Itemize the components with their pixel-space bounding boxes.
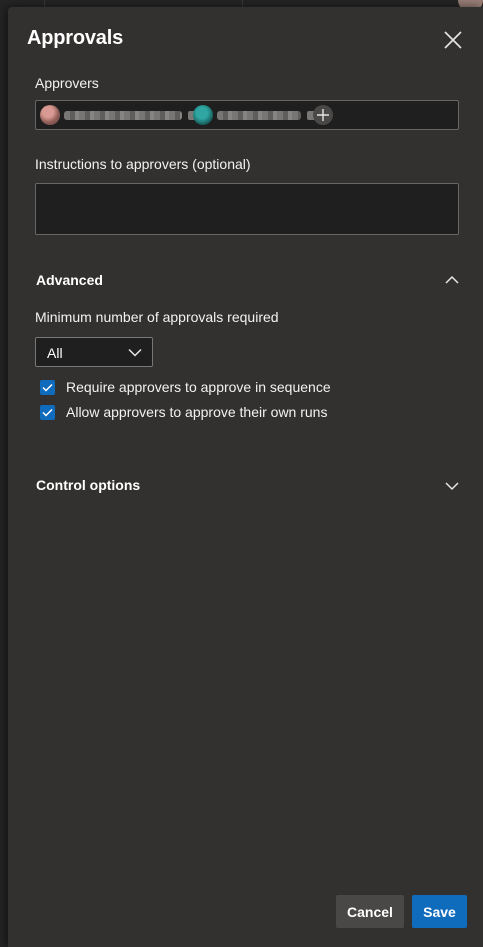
chevron-down-icon [445,482,459,491]
advanced-section-heading[interactable]: Advanced [36,272,103,288]
avatar [193,105,213,125]
approvers-picker[interactable] [35,100,459,130]
checkmark-icon [42,408,53,417]
close-button[interactable] [442,29,464,51]
require-sequence-checkbox-row[interactable]: Require approvers to approve in sequence [40,378,331,396]
plus-icon [317,109,329,121]
allow-own-runs-checkbox-row[interactable]: Allow approvers to approve their own run… [40,403,327,421]
cancel-button[interactable]: Cancel [336,895,404,928]
instructions-label: Instructions to approvers (optional) [35,156,251,172]
control-options-expand-toggle[interactable] [444,479,460,491]
background-divider [44,0,45,7]
close-icon [444,31,462,49]
approver-persona[interactable] [40,105,198,125]
allow-own-runs-checkbox[interactable] [40,404,55,420]
panel-title: Approvals [27,27,124,49]
chevron-up-icon [445,275,459,284]
checkmark-icon [42,383,53,392]
require-sequence-label: Require approvers to approve in sequence [66,379,331,395]
instructions-input[interactable] [35,183,459,235]
add-approver-button[interactable] [313,105,333,125]
allow-own-runs-label: Allow approvers to approve their own run… [66,404,328,420]
avatar [40,105,60,125]
approver-name-redacted [64,110,182,120]
save-button[interactable]: Save [412,895,467,928]
min-approvals-dropdown[interactable]: All [35,337,153,367]
approver-persona[interactable] [193,105,317,125]
chevron-down-icon [128,348,142,357]
min-approvals-value: All [47,345,63,361]
approver-name-redacted [217,110,301,120]
control-options-heading[interactable]: Control options [36,477,140,493]
background-divider [242,0,243,7]
require-sequence-checkbox[interactable] [40,379,55,395]
min-approvals-label: Minimum number of approvals required [35,309,279,325]
advanced-collapse-toggle[interactable] [444,273,460,285]
approvals-panel: Approvals Approvers Instructions to appr… [8,7,483,947]
approvers-label: Approvers [35,75,99,91]
